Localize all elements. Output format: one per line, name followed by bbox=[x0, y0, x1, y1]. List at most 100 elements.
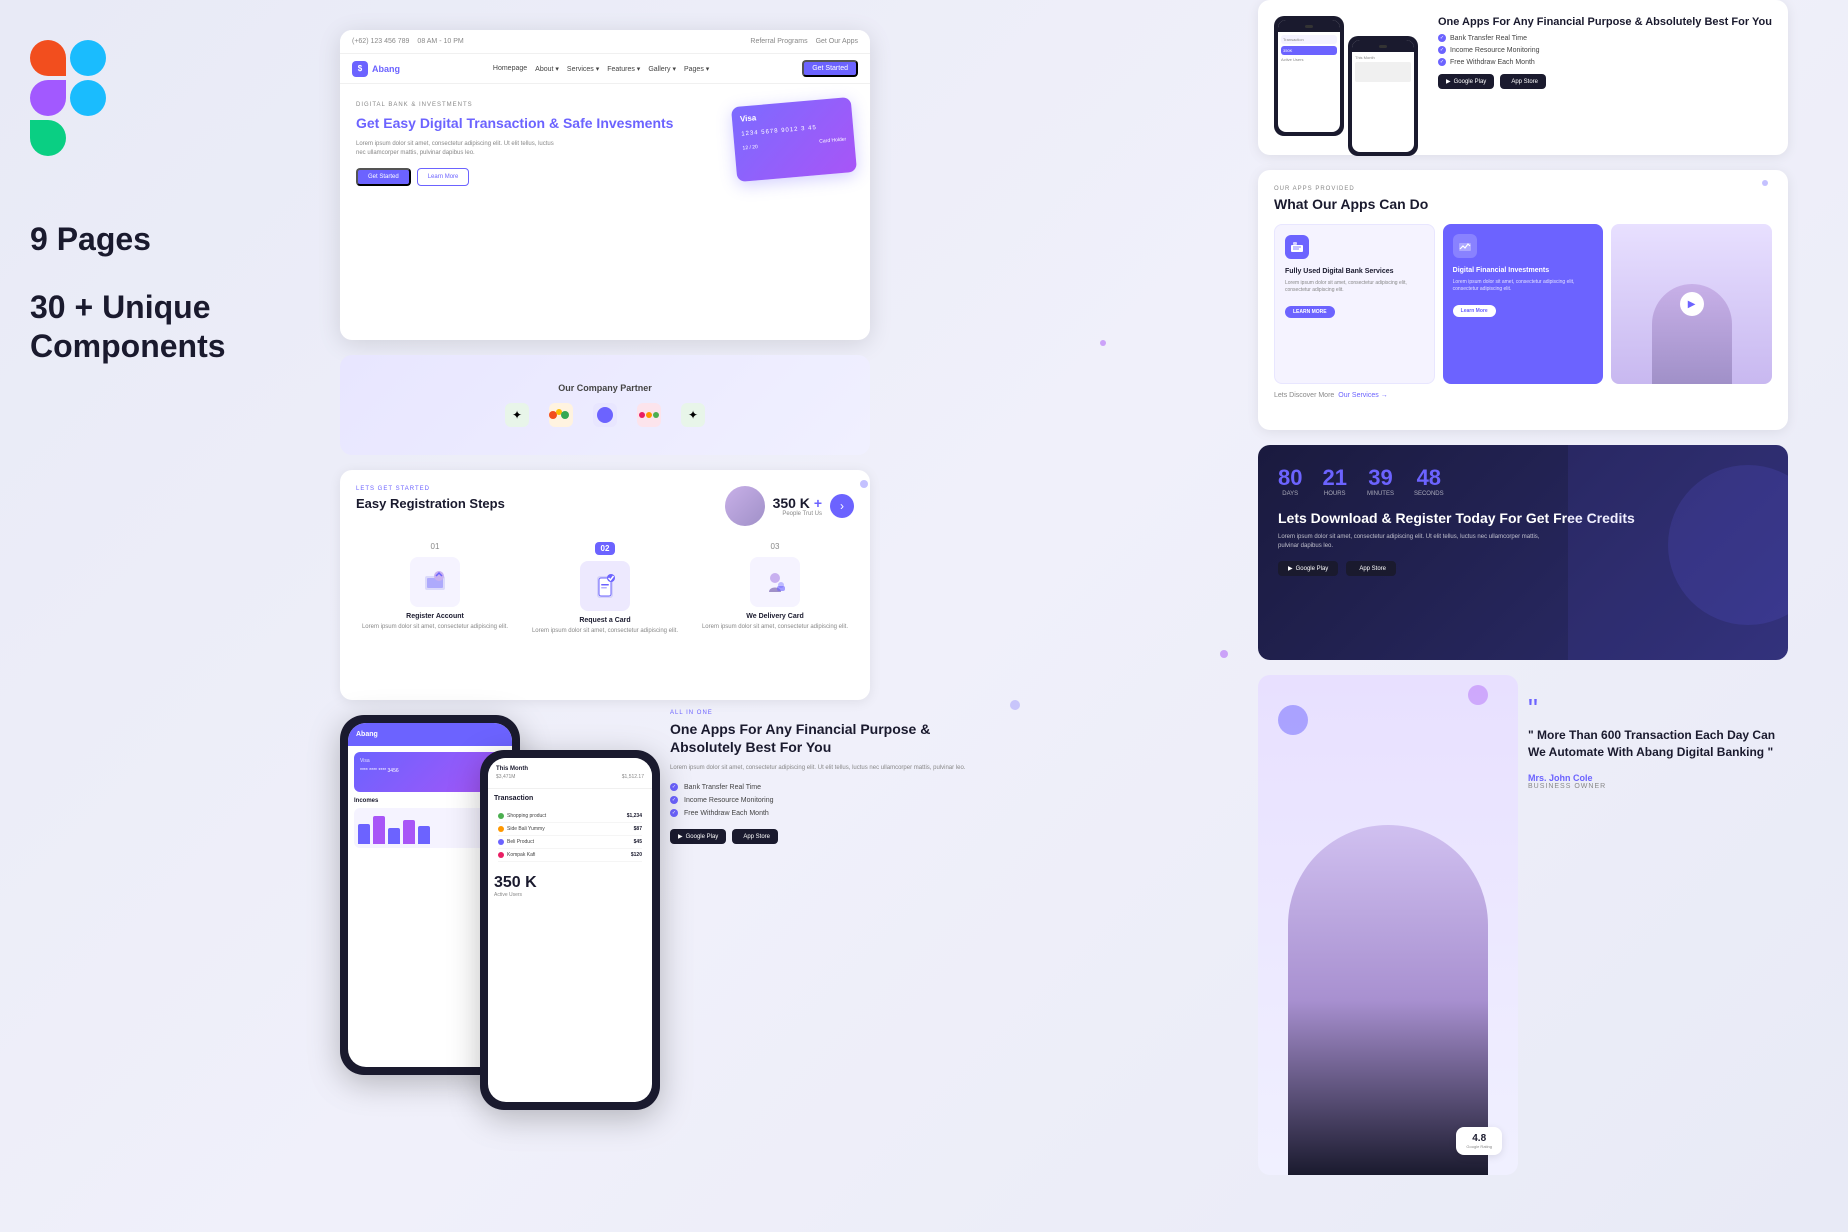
trust-stat: 350 K + People Trut Us bbox=[773, 495, 822, 517]
figma-piece-purple bbox=[30, 80, 66, 116]
partner-logo-1: ✦ bbox=[505, 403, 529, 427]
mini-phone-header-1 bbox=[1278, 20, 1340, 32]
nav-gallery[interactable]: Gallery ▾ bbox=[648, 65, 676, 73]
rt-check-icon-1 bbox=[1438, 34, 1446, 42]
stat-pages: 9 Pages bbox=[30, 220, 250, 258]
phone-header-1: Abang bbox=[348, 723, 512, 746]
apps-grid: Fully Used Digital Bank Services Lorem i… bbox=[1274, 224, 1772, 384]
apps-footer-link[interactable]: Our Services → bbox=[1338, 392, 1387, 399]
mini-phone-stat-1: 350K bbox=[1281, 46, 1337, 55]
steps-grid: 01 Register Account Lorem ipsum dolor si… bbox=[356, 542, 854, 635]
hero-buttons: Get Started Learn More bbox=[356, 168, 734, 186]
steps-header: LETS GET STARTED Easy Registration Steps… bbox=[356, 486, 854, 526]
steps-next-button[interactable]: › bbox=[830, 494, 854, 518]
step-2-icon bbox=[580, 561, 630, 611]
play-button-icon[interactable]: ▶ bbox=[1680, 292, 1704, 316]
google-play-badge-rt[interactable]: ▶ Google Play bbox=[1438, 74, 1494, 89]
bg-circle bbox=[1668, 465, 1788, 625]
website-nav: (+62) 123 456 789 08 AM - 10 PM Referral… bbox=[340, 30, 870, 54]
nav-homepage[interactable]: Homepage bbox=[493, 65, 527, 73]
rt-check-icon-3 bbox=[1438, 58, 1446, 66]
rt-check-label-2: Income Resource Monitoring bbox=[1450, 47, 1540, 54]
stat-active: Active Users bbox=[494, 892, 646, 898]
people-avatar bbox=[725, 486, 765, 526]
phone-num: (+62) 123 456 789 bbox=[352, 38, 409, 45]
tx-item-1: Shopping product $1,234 bbox=[498, 810, 642, 823]
countdown-days: 80 DAYS bbox=[1278, 465, 1302, 497]
oneapp-desc: Lorem ipsum dolor sit amet, consectetur … bbox=[670, 764, 980, 773]
deco-dot-4 bbox=[1220, 650, 1228, 658]
check-label-1: Bank Transfer Real Time bbox=[684, 784, 761, 791]
app-card-2-btn[interactable]: Learn More bbox=[1453, 305, 1496, 317]
countdown-minutes: 39 MINUTES bbox=[1367, 465, 1394, 497]
app-card-2-icon bbox=[1453, 234, 1477, 258]
countdown-seconds-num: 48 bbox=[1414, 465, 1444, 491]
partner-section: Our Company Partner ✦ ✦ bbox=[340, 355, 870, 455]
step-1-icon bbox=[410, 557, 460, 607]
testimonial-section: 4.8 Google Rating " " More Than 600 Tran… bbox=[1258, 675, 1788, 1215]
app-store-badge-oneapp[interactable]: App Store bbox=[732, 829, 778, 844]
bar-4 bbox=[403, 820, 415, 844]
quote-mark: " bbox=[1528, 695, 1788, 723]
partner-logo-2 bbox=[549, 403, 573, 427]
step-2-desc: Lorem ipsum dolor sit amet, consectetur … bbox=[526, 627, 684, 635]
figma-piece-green bbox=[30, 120, 66, 156]
nav-pages[interactable]: Pages ▾ bbox=[684, 65, 709, 73]
app-card-1-btn[interactable]: LEARN MORE bbox=[1285, 306, 1335, 318]
visa-holder: Card Holder bbox=[819, 136, 846, 144]
countdown-section: 80 DAYS 21 HOURS 39 MINUTES 48 SECONDS L… bbox=[1258, 445, 1788, 660]
step-2-name: Request a Card bbox=[526, 617, 684, 624]
stat-components: 30 + Unique Components bbox=[30, 288, 250, 365]
this-month-label: This Month bbox=[496, 766, 644, 772]
mini-phone-inner-1: Transaction 350K Active Users bbox=[1278, 20, 1340, 132]
figma-piece-red bbox=[30, 40, 66, 76]
nav-about[interactable]: About ▾ bbox=[535, 65, 559, 73]
oneapp-check-2: Income Resource Monitoring bbox=[670, 796, 980, 804]
countdown-seconds: 48 SECONDS bbox=[1414, 465, 1444, 497]
app-card-2-title: Digital Financial Investments bbox=[1453, 266, 1594, 275]
mini-phone-users-1: Active Users bbox=[1281, 57, 1337, 62]
mini-phone-header-2 bbox=[1352, 40, 1414, 52]
google-play-badge-oneapp[interactable]: ▶ Google Play bbox=[670, 829, 726, 844]
website-preview: (+62) 123 456 789 08 AM - 10 PM Referral… bbox=[340, 30, 870, 340]
app-store-badge-rt[interactable]: App Store bbox=[1500, 74, 1546, 89]
check-label-2: Income Resource Monitoring bbox=[684, 797, 774, 804]
apps-title: What Our Apps Can Do bbox=[1274, 196, 1772, 212]
partner-logo-4 bbox=[637, 403, 661, 427]
get-apps-link[interactable]: Get Our Apps bbox=[816, 38, 858, 45]
hero-learn-more[interactable]: Learn More bbox=[417, 168, 470, 186]
rating-label: Google Rating bbox=[1466, 1144, 1492, 1149]
testimonial-person-box: 4.8 Google Rating bbox=[1258, 675, 1518, 1175]
countdown-hours-num: 21 bbox=[1322, 465, 1346, 491]
figma-piece-blue-top bbox=[70, 40, 106, 76]
website-logo: $ Abang bbox=[352, 61, 400, 77]
app-store-badge-cd[interactable]: App Store bbox=[1346, 561, 1396, 576]
step-2: 02 Request a Card Lorem ipsum dolor sit … bbox=[526, 542, 684, 635]
steps-header-left: LETS GET STARTED Easy Registration Steps bbox=[356, 486, 505, 511]
bar-2 bbox=[373, 816, 385, 844]
countdown-seconds-label: SECONDS bbox=[1414, 491, 1444, 497]
nav-features[interactable]: Features ▾ bbox=[607, 65, 640, 73]
trust-number: 350 K + bbox=[773, 495, 822, 511]
transaction-list: Shopping product $1,234 Side Bali Yummy … bbox=[494, 806, 646, 866]
hero-get-started[interactable]: Get Started bbox=[356, 168, 411, 186]
hero-text: DIGITAL BANK & INVESTMENTS Get Easy Digi… bbox=[356, 102, 734, 186]
visa-label: Visa bbox=[740, 106, 844, 124]
phone-title: Abang bbox=[356, 731, 378, 738]
referral-link[interactable]: Referral Programs bbox=[750, 38, 807, 45]
apps-footer: Lets Discover More Our Services → bbox=[1274, 392, 1772, 399]
phone-2-header: This Month $3,471M$1,512.17 bbox=[488, 758, 652, 789]
person-figure bbox=[1288, 825, 1488, 1175]
oneapp-badges: ▶ Google Play App Store bbox=[670, 829, 980, 844]
figma-piece-blue bbox=[70, 80, 106, 116]
oneapp-checks: Bank Transfer Real Time Income Resource … bbox=[670, 783, 980, 817]
partner-logo-5: ✦ bbox=[681, 403, 705, 427]
hero-title-highlight: Easy Digital Transaction bbox=[383, 115, 545, 131]
steps-right: 350 K + People Trut Us › bbox=[725, 486, 854, 526]
hero-desc: Lorem ipsum dolor sit amet, consectetur … bbox=[356, 140, 556, 158]
oneapp-section: ALL IN ONE One Apps For Any Financial Pu… bbox=[670, 710, 980, 844]
step-1-name: Register Account bbox=[356, 613, 514, 620]
google-play-badge-cd[interactable]: ▶ Google Play bbox=[1278, 561, 1338, 576]
nav-services[interactable]: Services ▾ bbox=[567, 65, 599, 73]
get-started-button[interactable]: Get Started bbox=[802, 60, 858, 77]
